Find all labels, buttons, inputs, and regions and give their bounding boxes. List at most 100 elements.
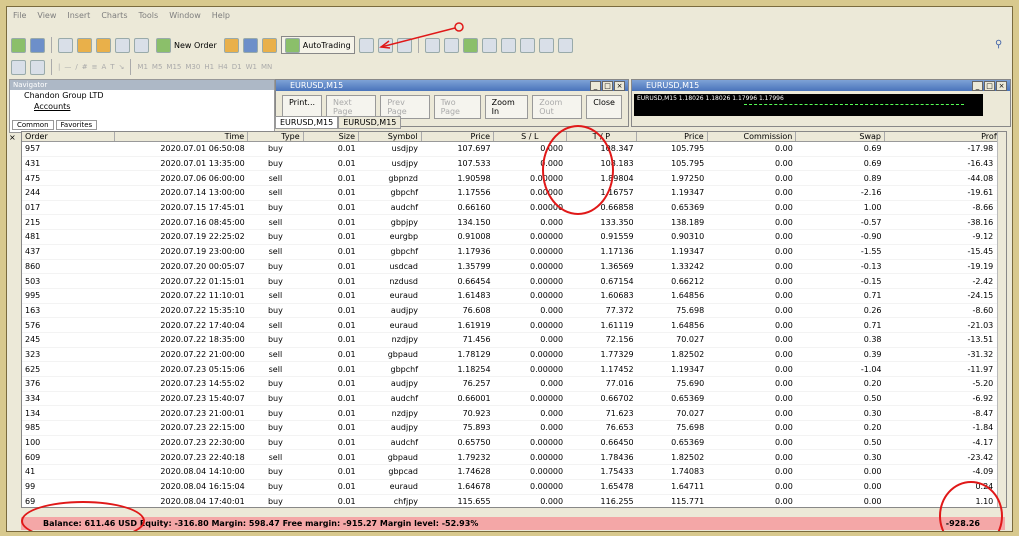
autotrading-button[interactable]: AutoTrading [280, 36, 355, 54]
cursor-icon[interactable] [11, 59, 26, 75]
minimize-button[interactable]: _ [972, 81, 983, 91]
timeframe-w1[interactable]: W1 [246, 63, 257, 71]
column-header[interactable]: Price [421, 132, 495, 142]
table-row[interactable]: 431 2020.07.01 13:35:00 buy 0.01 usdjpy 107.5… [22, 156, 1006, 172]
table-row[interactable]: 481 2020.07.19 22:25:02 buy 0.01 eurgbp 0.910… [22, 229, 1006, 245]
column-header[interactable]: Order [22, 132, 116, 142]
metaeditor-icon[interactable] [223, 37, 239, 53]
table-row[interactable]: 215 2020.07.16 08:45:00 sell 0.01 gbpjpy 134.… [22, 214, 1006, 231]
table-row[interactable]: 475 2020.07.06 06:00:00 sell 0.01 gbpnzd 1.90… [22, 170, 1006, 187]
signals-icon[interactable] [261, 37, 277, 53]
table-cell: 1.78129 [421, 347, 494, 363]
table-row[interactable]: 99 2020.08.04 16:15:04 buy 0.01 euraud 1.6467… [22, 479, 1006, 495]
timeframe-m15[interactable]: M15 [166, 63, 181, 71]
periods-icon[interactable] [538, 37, 554, 53]
navigator-item-broker[interactable]: Chandon Group LTD [10, 90, 274, 101]
zoom-in-button[interactable]: Zoom In [484, 95, 529, 119]
table-row[interactable]: 957 2020.07.01 06:50:08 buy 0.01 usdjpy 107.6… [22, 141, 1006, 157]
chart-tab-2[interactable]: EURUSD,M15 [338, 116, 402, 129]
table-row[interactable]: 134 2020.07.23 21:00:01 buy 0.01 nzdjpy 70.92… [22, 405, 1006, 422]
menu-item-charts[interactable]: Charts [101, 9, 127, 23]
trendline-icon[interactable]: / [75, 63, 77, 71]
vertical-line-icon[interactable]: | [58, 63, 60, 71]
table-row[interactable]: 334 2020.07.23 15:40:07 buy 0.01 audchf 0.660… [22, 391, 1006, 407]
navigator-icon[interactable] [96, 37, 111, 53]
channel-icon[interactable]: # [82, 63, 88, 71]
table-row[interactable]: 100 2020.07.23 22:30:00 buy 0.01 audchf 0.657… [22, 435, 1006, 451]
table-row[interactable]: 163 2020.07.22 15:35:10 buy 0.01 audjpy 76.60… [22, 303, 1006, 319]
table-row[interactable]: 860 2020.07.20 00:05:07 buy 0.01 usdcad 1.357… [22, 259, 1006, 275]
menu-item-help[interactable]: Help [212, 9, 230, 23]
chart-shift-icon[interactable] [481, 37, 497, 53]
table-row[interactable]: 503 2020.07.22 01:15:01 buy 0.01 nzdusd 0.664… [22, 273, 1006, 289]
crosshair-icon[interactable] [30, 59, 45, 75]
menu-item-file[interactable]: File [13, 9, 26, 23]
table-row[interactable]: 323 2020.07.22 21:00:00 sell 0.01 gbpaud 1.78… [22, 347, 1006, 363]
timeframe-m5[interactable]: M5 [152, 63, 163, 71]
column-header[interactable]: Size [303, 132, 360, 142]
table-row[interactable]: 625 2020.07.23 05:15:06 sell 0.01 gbpchf 1.18… [22, 361, 1006, 377]
menu-item-tools[interactable]: Tools [138, 9, 158, 23]
timeframe-m1[interactable]: M1 [137, 63, 148, 71]
column-header[interactable]: Time [114, 132, 249, 142]
profiles-icon[interactable] [30, 37, 45, 53]
horizontal-line-icon[interactable]: — [64, 63, 71, 71]
menu-item-window[interactable]: Window [169, 9, 201, 23]
indicators-icon[interactable] [519, 37, 535, 53]
navigator-item-accounts[interactable]: Accounts [10, 101, 274, 112]
tab-favorites[interactable]: Favorites [55, 120, 98, 130]
market-watch-icon[interactable] [58, 37, 73, 53]
table-row[interactable]: 576 2020.07.22 17:40:04 sell 0.01 euraud 1.61… [22, 317, 1006, 333]
timeframe-mn[interactable]: MN [261, 63, 272, 71]
menu-item-insert[interactable]: Insert [67, 9, 90, 23]
column-header[interactable]: Symbol [358, 132, 422, 142]
templates-icon[interactable] [557, 37, 573, 53]
bar-chart-icon[interactable] [358, 37, 374, 53]
new-order-button[interactable]: New Order [153, 37, 220, 53]
options-icon[interactable] [242, 37, 258, 53]
timeframe-h1[interactable]: H1 [204, 63, 214, 71]
maximize-button[interactable]: □ [984, 81, 995, 91]
new-chart-icon[interactable] [11, 37, 26, 53]
zoom-out-button[interactable]: Zoom Out [532, 95, 583, 119]
column-header[interactable]: Type [247, 132, 304, 142]
close-window-button[interactable]: × [614, 81, 625, 91]
column-header[interactable]: Commission [707, 132, 797, 142]
table-row[interactable]: 244 2020.07.14 13:00:00 sell 0.01 gbpchf 1.17… [22, 185, 1006, 201]
timeframe-h4[interactable]: H4 [218, 63, 228, 71]
table-row[interactable]: 609 2020.07.23 22:40:18 sell 0.01 gbpaud 1.79… [22, 449, 1006, 466]
label-icon[interactable]: T [110, 63, 114, 71]
tab-common[interactable]: Common [12, 120, 54, 130]
timeframe-d1[interactable]: D1 [232, 63, 242, 71]
close-button[interactable]: Close [586, 95, 622, 119]
column-header[interactable]: Swap [795, 132, 886, 142]
arrows-icon[interactable]: ↘ [119, 63, 125, 71]
table-row[interactable]: 376 2020.07.23 14:55:02 buy 0.01 audjpy 76.25… [22, 376, 1006, 392]
minimize-button[interactable]: _ [590, 81, 601, 91]
table-row[interactable]: 995 2020.07.22 11:10:01 sell 0.01 euraud 1.61… [22, 288, 1006, 304]
table-row[interactable]: 985 2020.07.23 22:15:00 buy 0.01 audjpy 75.89… [22, 420, 1006, 436]
column-header[interactable]: Profit [884, 132, 1006, 142]
table-row[interactable]: 69 2020.08.04 17:40:01 buy 0.01 chfjpy 115.65… [22, 494, 1006, 507]
table-row[interactable]: 017 2020.07.15 17:45:01 buy 0.01 audchf 0.661… [22, 200, 1006, 216]
table-row[interactable]: 41 2020.08.04 14:10:00 buy 0.01 gbpcad 1.7462… [22, 464, 1006, 480]
chart-tab-1[interactable]: EURUSD,M15 [275, 116, 339, 129]
timeframe-m30[interactable]: M30 [185, 63, 200, 71]
close-window-button[interactable]: × [996, 81, 1007, 91]
chart-canvas[interactable]: EURUSD,M15 1.18026 1.18026 1.17996 1.179… [634, 94, 983, 116]
two-page-button[interactable]: Two Page [433, 95, 481, 119]
terminal-icon[interactable] [115, 37, 130, 53]
fibonacci-icon[interactable]: ≡ [92, 63, 98, 71]
autoscroll-icon[interactable] [500, 37, 516, 53]
search-icon[interactable]: ⚲ [995, 39, 1008, 52]
table-row[interactable]: 245 2020.07.22 18:35:00 buy 0.01 nzdjpy 71.45… [22, 332, 1006, 348]
table-row[interactable]: 437 2020.07.19 23:00:00 sell 0.01 gbpchf 1.17… [22, 244, 1006, 260]
terminal-close-icon[interactable]: × [9, 133, 16, 142]
text-icon[interactable]: A [101, 63, 106, 71]
menu-item-view[interactable]: View [37, 9, 56, 23]
column-header[interactable]: Price [636, 132, 708, 142]
maximize-button[interactable]: □ [602, 81, 613, 91]
vertical-scrollbar[interactable] [997, 132, 1006, 507]
strategy-tester-icon[interactable] [134, 37, 149, 53]
data-window-icon[interactable] [77, 37, 92, 53]
